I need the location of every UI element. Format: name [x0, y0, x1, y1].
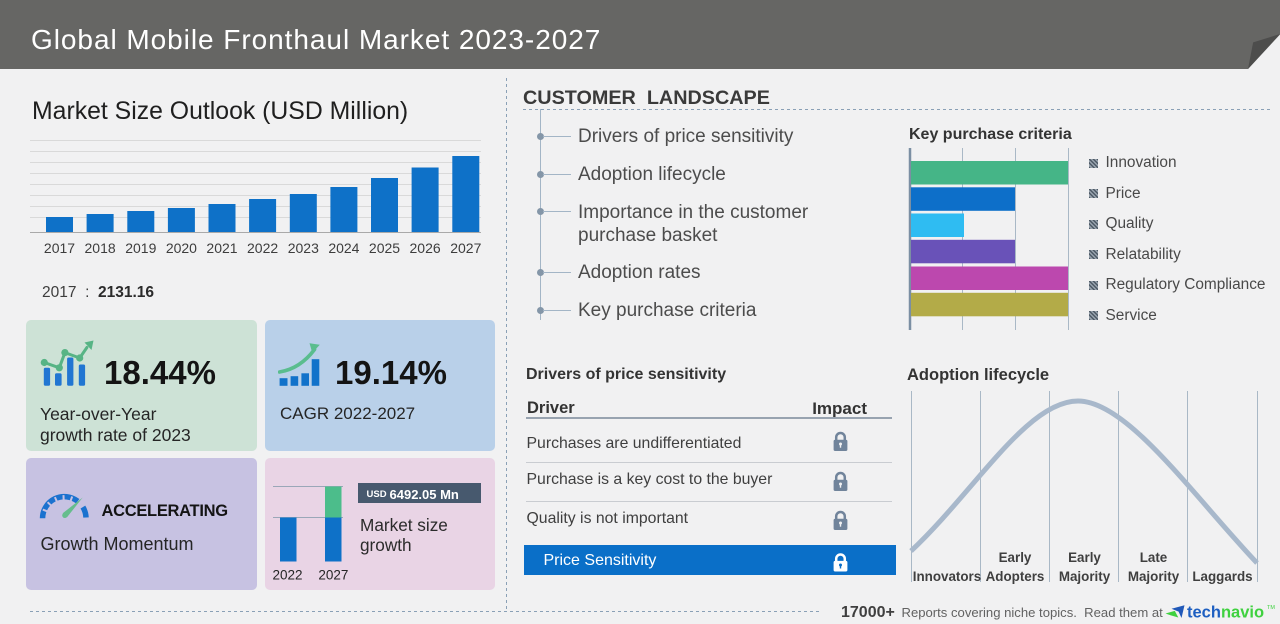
svg-text:2023: 2023	[288, 240, 319, 256]
svg-text:2027: 2027	[318, 568, 348, 583]
svg-text:Innovators: Innovators	[913, 569, 981, 584]
svg-text:2025: 2025	[369, 240, 400, 256]
svg-text:Majority: Majority	[1128, 569, 1180, 584]
svg-text:2026: 2026	[410, 240, 441, 256]
svg-text:Adopters: Adopters	[986, 569, 1045, 584]
svg-text:Majority: Majority	[1059, 569, 1111, 584]
svg-text:2017: 2017	[44, 240, 75, 256]
svg-text:TM: TM	[1267, 605, 1275, 611]
svg-text:Early: Early	[1068, 550, 1101, 565]
svg-text:2018: 2018	[85, 240, 116, 256]
svg-text:technavio: technavio	[1187, 603, 1264, 621]
svg-text:2019: 2019	[125, 240, 156, 256]
svg-text:Laggards: Laggards	[1192, 569, 1252, 584]
svg-text:Early: Early	[999, 550, 1032, 565]
svg-text:2022: 2022	[272, 568, 302, 583]
svg-text:2027: 2027	[450, 240, 481, 256]
svg-text:Late: Late	[1140, 550, 1168, 565]
svg-text:2024: 2024	[328, 240, 359, 256]
svg-text:2020: 2020	[166, 240, 197, 256]
svg-text:2022: 2022	[247, 240, 278, 256]
svg-text:2021: 2021	[206, 240, 237, 256]
